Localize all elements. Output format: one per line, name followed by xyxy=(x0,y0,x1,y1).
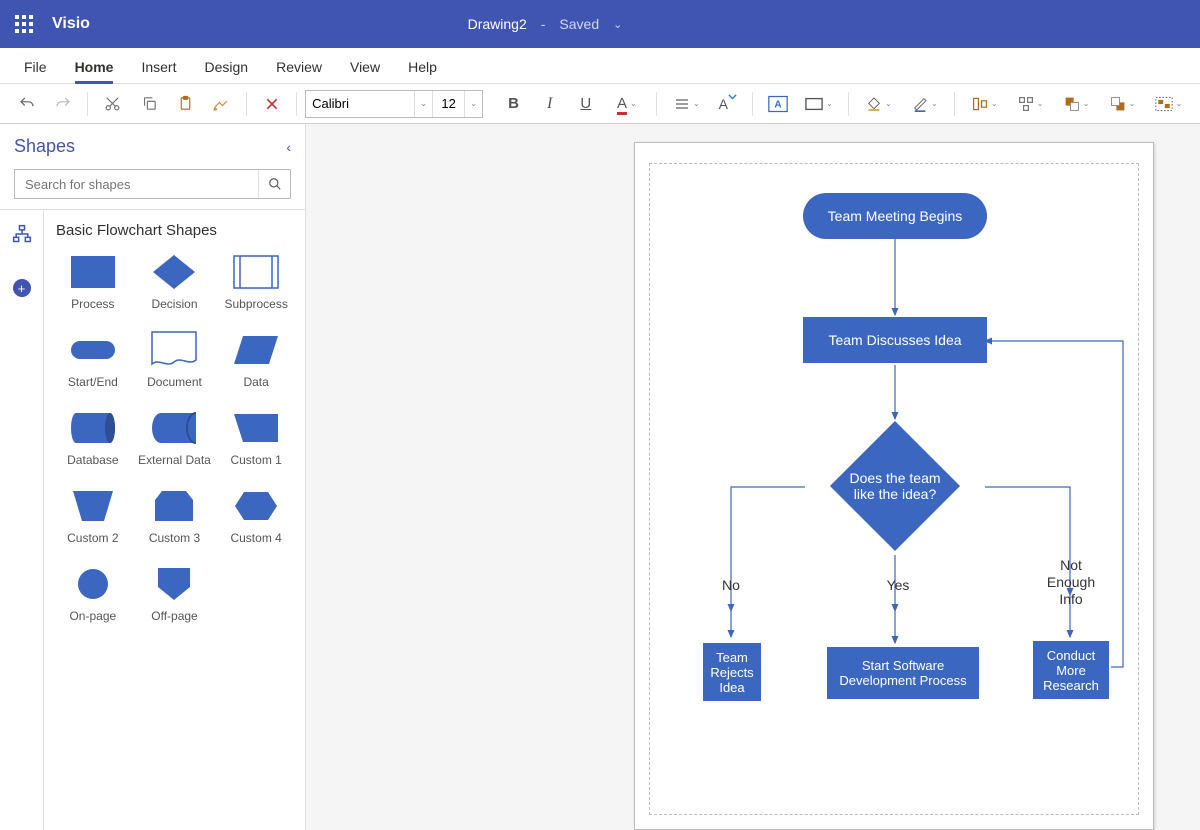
shapes-panel-title: Shapes xyxy=(14,136,75,157)
menu-view[interactable]: View xyxy=(336,51,394,83)
send-back-button[interactable]: ⌄ xyxy=(1101,88,1144,120)
add-stencil-button[interactable]: + xyxy=(10,276,34,300)
shape-subprocess[interactable]: Subprocess xyxy=(215,253,297,311)
search-input[interactable] xyxy=(15,170,258,198)
format-painter-button[interactable] xyxy=(205,88,238,120)
chevron-down-icon[interactable]: ⌄ xyxy=(613,18,622,31)
shape-custom1[interactable]: Custom 1 xyxy=(215,409,297,467)
ribbon: ⌄ ⌄ B I U A⌄ ⌄ A A ⌄ ⌄ ⌄ ⌄ ⌄ ⌄ ⌄ ⌄ xyxy=(0,84,1200,124)
shapes-panel: Shapes ‹ + Basic Flowchart Shapes xyxy=(0,124,306,830)
copy-button[interactable] xyxy=(132,88,165,120)
node-no-result[interactable]: Team Rejects Idea xyxy=(703,643,761,701)
shape-process[interactable]: Process xyxy=(52,253,134,311)
menu-review[interactable]: Review xyxy=(262,51,336,83)
menu-home[interactable]: Home xyxy=(61,51,128,83)
edge-label-notenough: Not Enough Info xyxy=(1041,557,1101,607)
shape-terminator[interactable]: Start/End xyxy=(52,331,134,389)
menu-help[interactable]: Help xyxy=(394,51,451,83)
shape-style-button[interactable]: ⌄ xyxy=(798,88,841,120)
shape-external-data[interactable]: External Data xyxy=(134,409,216,467)
collapse-panel-button[interactable]: ‹ xyxy=(286,139,291,155)
bold-button[interactable]: B xyxy=(497,88,530,120)
align-button[interactable]: ⌄ xyxy=(665,88,708,120)
shape-custom2[interactable]: Custom 2 xyxy=(52,487,134,545)
undo-button[interactable] xyxy=(10,88,43,120)
menu-bar: File Home Insert Design Review View Help xyxy=(0,48,1200,84)
line-color-button[interactable]: ⌄ xyxy=(903,88,946,120)
text-direction-button[interactable]: A xyxy=(711,88,744,120)
node-notenough-result[interactable]: Conduct More Research xyxy=(1033,641,1109,699)
text-box-button[interactable]: A xyxy=(761,88,794,120)
fill-color-button[interactable]: ⌄ xyxy=(857,88,900,120)
cut-button[interactable] xyxy=(96,88,129,120)
node-decide[interactable]: Does the team like the idea? xyxy=(830,421,960,551)
font-size-input[interactable] xyxy=(432,91,464,117)
search-icon[interactable] xyxy=(258,170,290,198)
stencil-title: Basic Flowchart Shapes xyxy=(52,222,297,239)
shape-database[interactable]: Database xyxy=(52,409,134,467)
chevron-down-icon[interactable]: ⌄ xyxy=(464,91,482,117)
chevron-down-icon[interactable]: ⌄ xyxy=(414,91,432,117)
arrange-align-button[interactable]: ⌄ xyxy=(963,88,1006,120)
italic-button[interactable]: I xyxy=(533,88,566,120)
font-name-input[interactable] xyxy=(306,91,414,117)
font-color-button[interactable]: A⌄ xyxy=(605,88,648,120)
menu-file[interactable]: File xyxy=(10,51,61,83)
shape-custom3[interactable]: Custom 3 xyxy=(134,487,216,545)
app-launcher-icon[interactable] xyxy=(0,15,48,33)
svg-text:A: A xyxy=(774,99,781,110)
edge-label-yes: Yes xyxy=(883,577,913,593)
app-name: Visio xyxy=(52,15,90,33)
shape-offpage[interactable]: Off-page xyxy=(134,565,216,623)
menu-insert[interactable]: Insert xyxy=(127,51,190,83)
shape-grid: Process Decision Subprocess Start/End Do… xyxy=(52,253,297,623)
redo-button[interactable] xyxy=(46,88,79,120)
font-selector[interactable]: ⌄ ⌄ xyxy=(305,90,483,118)
drawing-page[interactable]: Team Meeting Begins Team Discusses Idea … xyxy=(634,142,1154,830)
shape-decision[interactable]: Decision xyxy=(134,253,216,311)
paste-button[interactable] xyxy=(169,88,202,120)
shape-document[interactable]: Document xyxy=(134,331,216,389)
edge-label-no: No xyxy=(721,577,741,593)
position-button[interactable]: ⌄ xyxy=(1009,88,1052,120)
underline-button[interactable]: U xyxy=(569,88,602,120)
canvas[interactable]: Team Meeting Begins Team Discusses Idea … xyxy=(306,124,1200,830)
node-discuss[interactable]: Team Discusses Idea xyxy=(803,317,987,363)
shape-data[interactable]: Data xyxy=(215,331,297,389)
shape-custom4[interactable]: Custom 4 xyxy=(215,487,297,545)
node-start[interactable]: Team Meeting Begins xyxy=(803,193,987,239)
title-bar: Visio Drawing2 - Saved ⌄ xyxy=(0,0,1200,48)
group-button[interactable]: ⌄ xyxy=(1147,88,1190,120)
node-yes-result[interactable]: Start Software Development Process xyxy=(827,647,979,699)
document-status: Saved xyxy=(559,16,599,32)
bring-front-button[interactable]: ⌄ xyxy=(1055,88,1098,120)
stencil-flowchart-icon[interactable] xyxy=(10,222,34,246)
document-title[interactable]: Drawing2 xyxy=(468,16,527,32)
shapes-search[interactable] xyxy=(14,169,291,199)
menu-design[interactable]: Design xyxy=(190,51,262,83)
shape-onpage[interactable]: On-page xyxy=(52,565,134,623)
delete-button[interactable] xyxy=(255,88,288,120)
